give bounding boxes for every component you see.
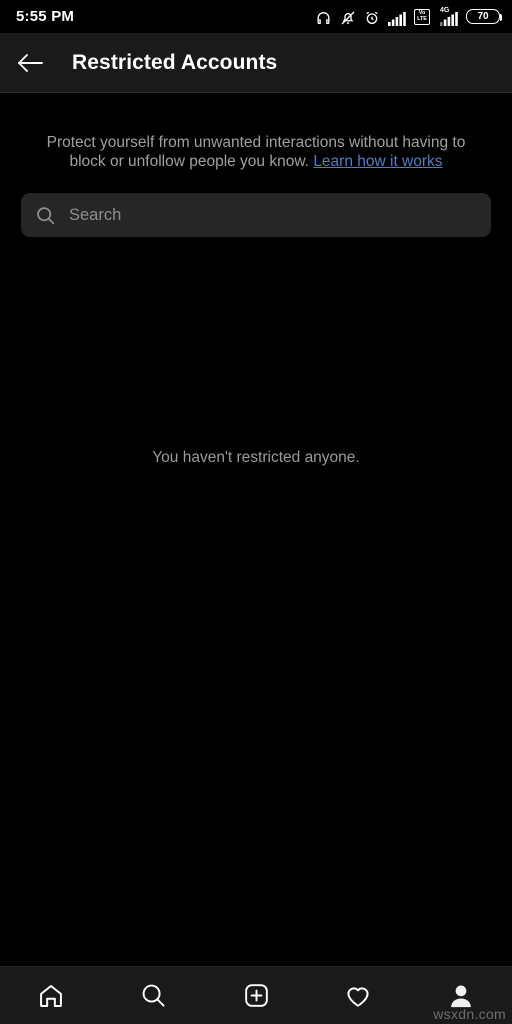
battery-icon: 70: [466, 9, 502, 24]
status-bar: 5:55 PM Vo LTE 4G 70: [0, 0, 512, 33]
nav-profile[interactable]: [410, 967, 512, 1024]
main-content: Protect yourself from unwanted interacti…: [0, 93, 512, 966]
network-type-label: 4G: [440, 6, 450, 14]
nav-search[interactable]: [102, 967, 204, 1024]
search-icon: [35, 205, 56, 226]
app-screen: 5:55 PM Vo LTE 4G 70 Restricted Accounts…: [0, 0, 512, 1024]
plus-square-icon: [244, 984, 268, 1007]
person-icon: [451, 985, 471, 1007]
volte-bottom-label: LTE: [417, 15, 427, 22]
search-icon: [142, 984, 165, 1007]
signal-bars-icon: [388, 8, 406, 26]
heart-icon: [347, 987, 369, 1007]
arrow-left-icon: [18, 53, 43, 72]
home-icon: [40, 984, 63, 1007]
description-text: Protect yourself from unwanted interacti…: [0, 133, 512, 171]
battery-level-label: 70: [477, 10, 489, 22]
nav-create[interactable]: [205, 967, 307, 1024]
status-bar-icons: Vo LTE 4G 70: [315, 6, 502, 26]
status-bar-time: 5:55 PM: [16, 8, 75, 25]
bell-muted-icon: [340, 8, 356, 26]
alarm-clock-icon: [364, 8, 380, 26]
nav-home[interactable]: [0, 967, 102, 1024]
search-input[interactable]: Search: [21, 193, 491, 237]
learn-how-it-works-link[interactable]: Learn how it works: [313, 153, 442, 170]
bottom-navigation-bar: wsxdn.com: [0, 966, 512, 1024]
headphones-icon: [315, 8, 332, 26]
empty-state-message: You haven't restricted anyone.: [152, 449, 360, 466]
page-title: Restricted Accounts: [72, 50, 278, 74]
network-4g-signal-icon: 4G: [438, 6, 458, 26]
search-section: Search: [0, 171, 512, 237]
search-placeholder: Search: [69, 205, 122, 224]
page-header: Restricted Accounts: [0, 33, 512, 93]
volte-icon: Vo LTE: [414, 8, 430, 25]
nav-activity[interactable]: [307, 967, 409, 1024]
back-button[interactable]: [16, 42, 58, 84]
